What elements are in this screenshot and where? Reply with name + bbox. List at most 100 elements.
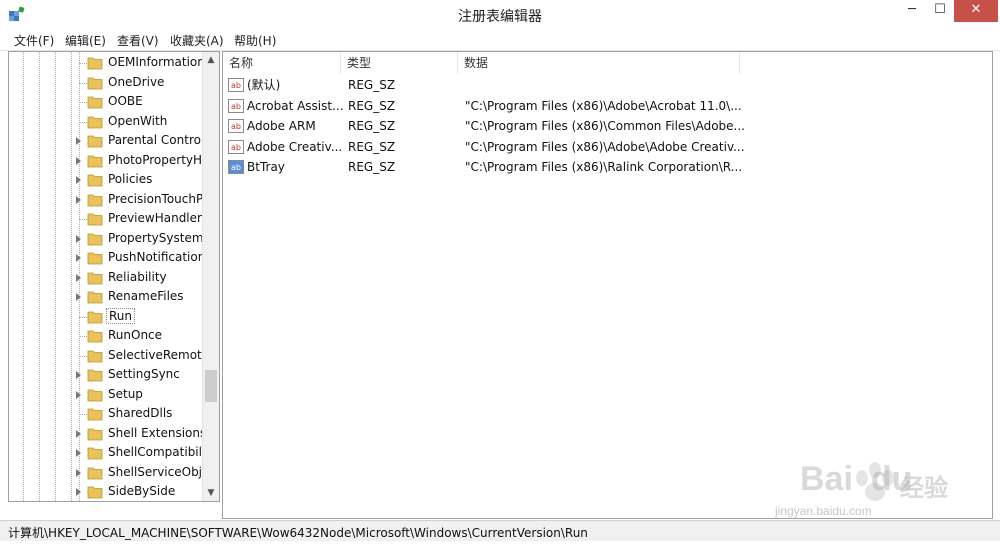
value-row[interactable]: ab Acrobat Assist... REG_SZ "C:\Program Fil… [223,96,963,117]
tree-node[interactable]: OEMInformation [9,53,205,73]
column-header-data[interactable]: 数据 [458,52,740,74]
value-data-cell: "C:\Program Files (x86)\Common Files\Ado… [465,119,745,134]
minimize-button[interactable]: ─ [898,0,926,22]
key-tree-pane[interactable]: OEMInformation OneDrive OOBE OpenWith Parent… [8,51,220,502]
scroll-down-arrow-icon[interactable]: ▼ [203,485,219,501]
expand-arrow-icon[interactable] [76,449,81,457]
tree-node[interactable]: Reliability [9,268,202,288]
value-row[interactable]: ab BtTray REG_SZ "C:\Program Files (x86)\Ra… [223,157,963,178]
tree-connector [79,82,87,84]
watermark-brand: Bai du [800,460,913,498]
tree-node[interactable]: OOBE [9,92,202,112]
tree-node[interactable]: Policies [9,170,202,190]
expand-arrow-icon[interactable] [76,429,81,438]
tree-connector [79,102,87,103]
expand-arrow-icon[interactable] [76,176,81,184]
string-value-icon-selected: ab [228,160,244,175]
tree-node[interactable]: PreviewHandlers [9,209,208,229]
tree-node[interactable]: OneDrive [9,73,202,93]
tree-node[interactable]: PrecisionTouchP [9,190,203,210]
folder-icon [87,311,103,323]
scroll-thumb[interactable] [205,370,217,402]
tree-node-label: PropertySystem [108,230,204,245]
expand-arrow-icon[interactable] [76,254,81,262]
tree-node-label: OpenWith [108,113,168,128]
folder-icon [87,77,103,89]
tree-node[interactable]: ShellCompatibilit [9,443,210,463]
tree-node[interactable]: SharedDlls [9,404,202,424]
svg-text:ab: ab [231,143,241,152]
tree-node[interactable]: Run [9,307,202,327]
scroll-up-arrow-icon[interactable]: ▲ [203,52,219,68]
expand-arrow-icon[interactable] [76,273,81,282]
folder-icon [87,486,103,499]
tree-node[interactable]: SettingSync [9,365,202,385]
tree-node[interactable]: RunOnce [9,326,202,346]
expand-arrow-icon[interactable] [76,234,81,243]
tree-node[interactable]: PhotoPropertyHa [9,151,209,171]
svg-text:ab: ab [231,81,241,90]
value-name-cell: Adobe Creativ... [247,139,343,154]
folder-icon [87,252,103,265]
svg-text:ab: ab [231,122,241,131]
expand-arrow-icon[interactable] [76,137,81,145]
tree-node-label: SelectiveRemote [108,347,210,362]
menu-favorites[interactable]: 收藏夹(A) [170,32,224,49]
folder-icon [87,174,103,187]
tree-node[interactable]: Parental Controls [9,131,211,151]
tree-connector [79,121,87,123]
tree-node[interactable]: Setup [9,385,202,405]
tree-node[interactable]: PropertySystem [9,229,204,249]
expand-arrow-icon[interactable] [76,371,81,379]
menu-help[interactable]: 帮助(H) [234,32,276,49]
expand-arrow-icon[interactable] [76,390,81,399]
tree-node-label: Shell Extensions [108,425,207,440]
tree-node-label: PushNotification [108,250,206,264]
tree-connector [79,219,87,220]
tree-node[interactable]: SelectiveRemote [9,346,209,366]
tree-node[interactable]: ShellServiceObje [9,463,209,483]
tree-node-label: PreviewHandlers [108,211,209,225]
column-header-type[interactable]: 类型 [341,52,458,74]
tree-connector [79,63,87,64]
folder-icon [87,155,103,167]
tree-node-label: ShellServiceObje [108,464,210,479]
maximize-button[interactable]: ☐ [926,0,954,22]
folder-icon [87,408,103,421]
tree-node[interactable]: SideBySide [9,482,202,501]
value-data-cell: "C:\Program Files (x86)\Ralink Corporati… [465,160,743,175]
title-bar: 注册表编辑器 ─ ☐ ✕ [0,0,1000,30]
folder-icon [87,467,103,479]
value-type-cell: REG_SZ [348,78,396,92]
value-row[interactable]: ab Adobe ARM REG_SZ "C:\Program Files (x86)… [223,116,963,137]
tree-scrollbar[interactable]: ▲ ▼ [202,52,219,501]
value-row[interactable]: ab Adobe Creativ... REG_SZ "C:\Program File… [223,137,963,158]
tree-node-label: RunOnce [108,328,163,342]
watermark-url: jingyan.baidu.com [775,504,872,518]
tree-node[interactable]: PushNotification [9,248,206,268]
tree-node-label: Reliability [108,269,167,284]
expand-arrow-icon[interactable] [76,488,81,496]
tree-node[interactable]: Shell Extensions [9,424,206,444]
tree-node[interactable]: OpenWith [9,112,202,132]
folder-icon [87,350,103,362]
expand-arrow-icon[interactable] [76,156,81,165]
tree-node[interactable]: RenameFiles [9,287,202,307]
watermark-cn: 经验 [900,474,948,502]
folder-icon [87,428,103,440]
menu-view[interactable]: 查看(V) [117,32,159,49]
expand-arrow-icon[interactable] [76,195,81,204]
close-button[interactable]: ✕ [954,0,998,22]
value-data-cell: "C:\Program Files (x86)\Adobe\Adobe Crea… [465,139,745,154]
tree-node-label: SideBySide [108,484,176,498]
value-row[interactable]: ab (默认) REG_SZ [223,75,963,96]
folder-icon [87,233,103,245]
value-type-cell: REG_SZ [348,160,396,175]
menu-bar: 文件(F) 编辑(E) 查看(V) 收藏夹(A) 帮助(H) [0,30,1000,51]
menu-file[interactable]: 文件(F) [14,32,54,49]
tree-node-label: SettingSync [108,367,180,381]
expand-arrow-icon[interactable] [76,468,81,477]
expand-arrow-icon[interactable] [76,293,81,301]
column-header-name[interactable]: 名称 [223,52,341,74]
menu-edit[interactable]: 编辑(E) [65,32,106,49]
